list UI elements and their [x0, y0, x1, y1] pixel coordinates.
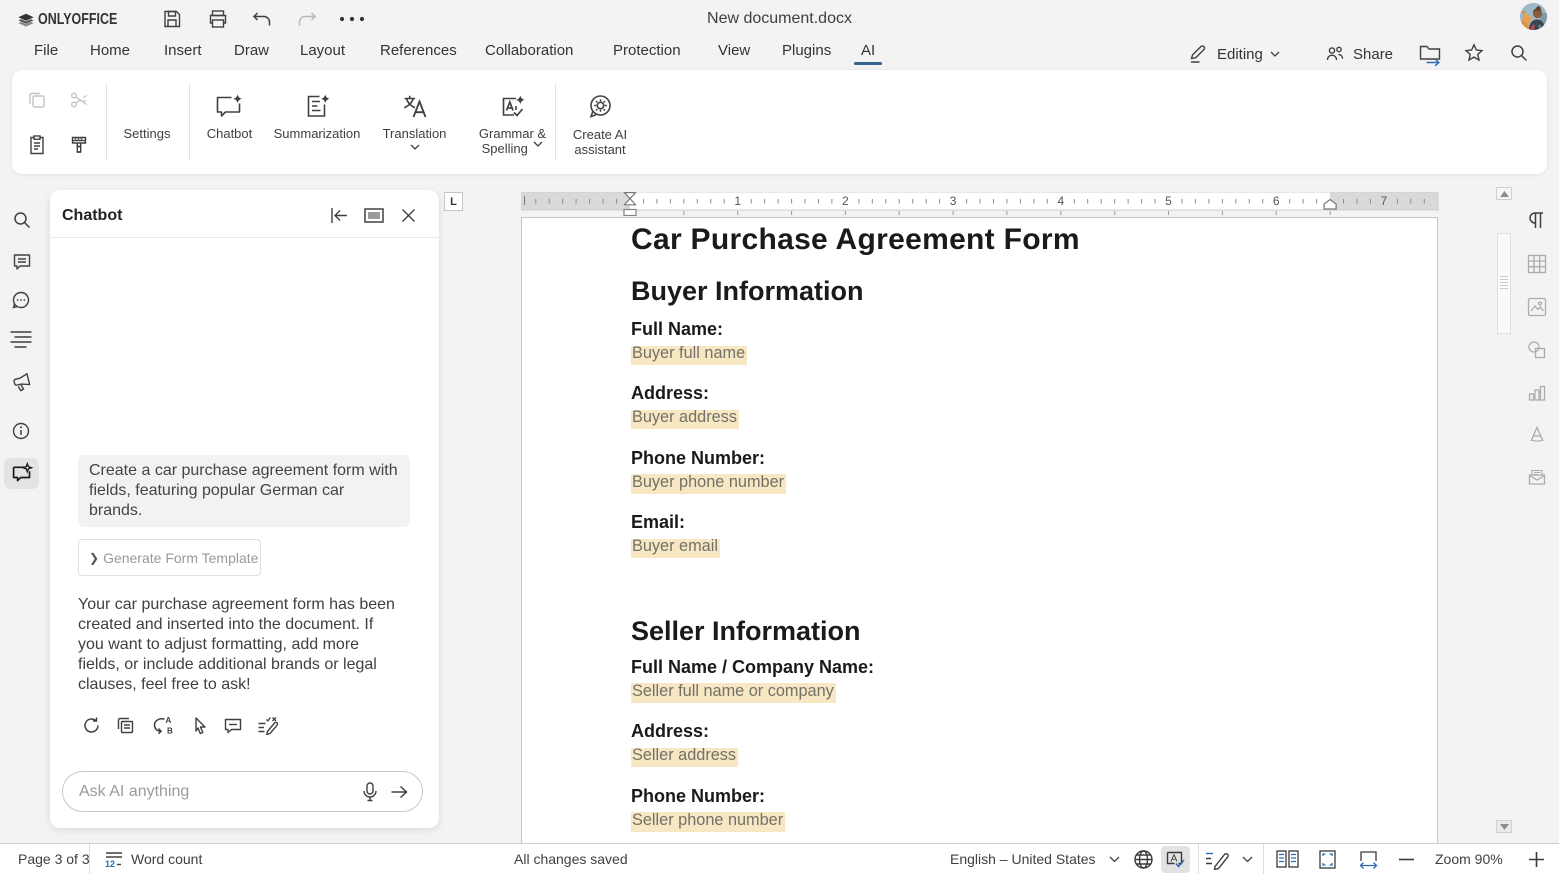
svg-text:5: 5 [1165, 194, 1172, 208]
svg-text:A: A [1171, 853, 1178, 865]
svg-text:A: A [166, 716, 172, 725]
svg-text:1: 1 [734, 194, 741, 208]
svg-text:B: B [167, 727, 173, 736]
svg-text:3: 3 [950, 194, 957, 208]
svg-text:7: 7 [1381, 194, 1388, 208]
svg-text:12: 12 [105, 859, 115, 869]
svg-text:4: 4 [1057, 194, 1064, 208]
svg-text:2: 2 [842, 194, 849, 208]
svg-text:6: 6 [1273, 194, 1280, 208]
